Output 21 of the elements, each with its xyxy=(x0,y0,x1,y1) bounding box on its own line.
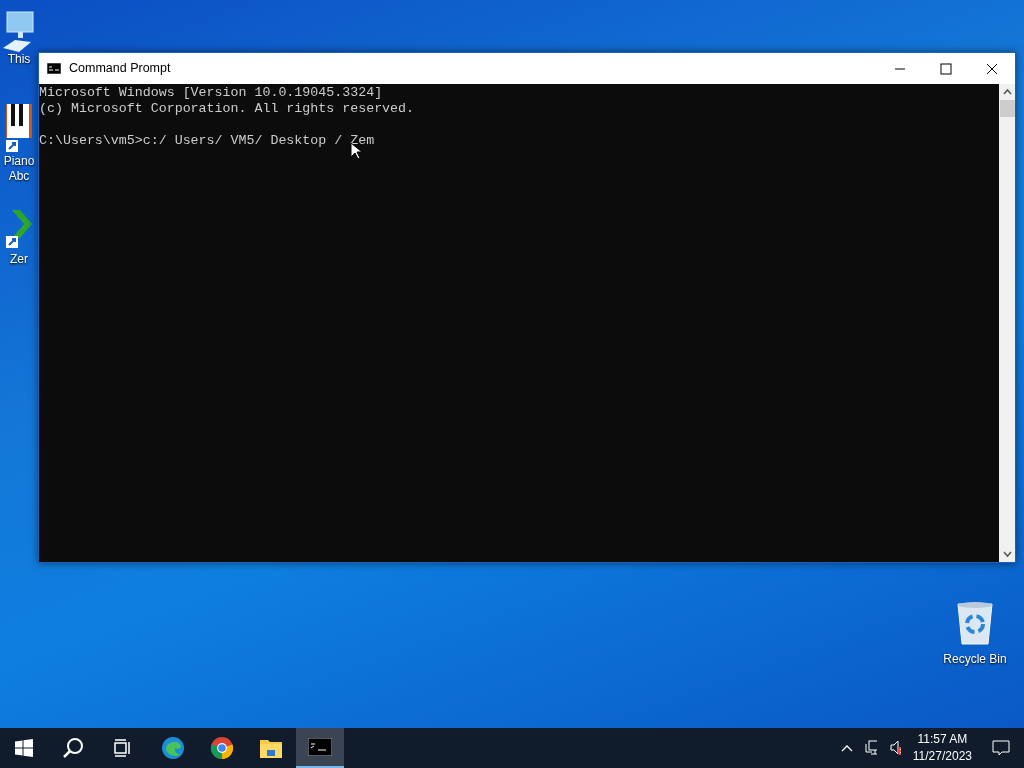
icon-label: This xyxy=(7,52,31,67)
scrollbar[interactable] xyxy=(999,84,1015,562)
clock-date[interactable]: 11/27/2023 xyxy=(912,748,972,765)
mouse-pointer-icon xyxy=(350,142,362,160)
command-line: C:\Users\vm5>c:/ Users/ VM5/ Desktop / Zem xyxy=(39,133,376,149)
terminal-icon[interactable] xyxy=(296,728,344,768)
recycle-bin-icon[interactable] xyxy=(955,600,995,646)
scroll-thumb[interactable] xyxy=(999,100,1015,117)
icon-label: Abc xyxy=(8,169,30,184)
terminal-icon xyxy=(47,63,61,74)
console-line: Microsoft Windows [Version 10.0.19045.3324] xyxy=(39,85,384,101)
clock-time[interactable]: 11:57 AM xyxy=(912,731,972,748)
close-icon[interactable] xyxy=(986,62,998,75)
computer-icon[interactable] xyxy=(1,10,37,52)
maximize-icon[interactable] xyxy=(940,62,952,75)
icon-label: Zer xyxy=(10,252,28,267)
console-line: (c) Microsoft Corporation. All rights reserved. xyxy=(39,101,416,117)
window-title: Command Prompt xyxy=(69,60,172,78)
icon-label: Recycle Bin xyxy=(943,652,1007,667)
piano-icon[interactable] xyxy=(6,104,32,154)
icon-label: Piano xyxy=(3,154,35,169)
